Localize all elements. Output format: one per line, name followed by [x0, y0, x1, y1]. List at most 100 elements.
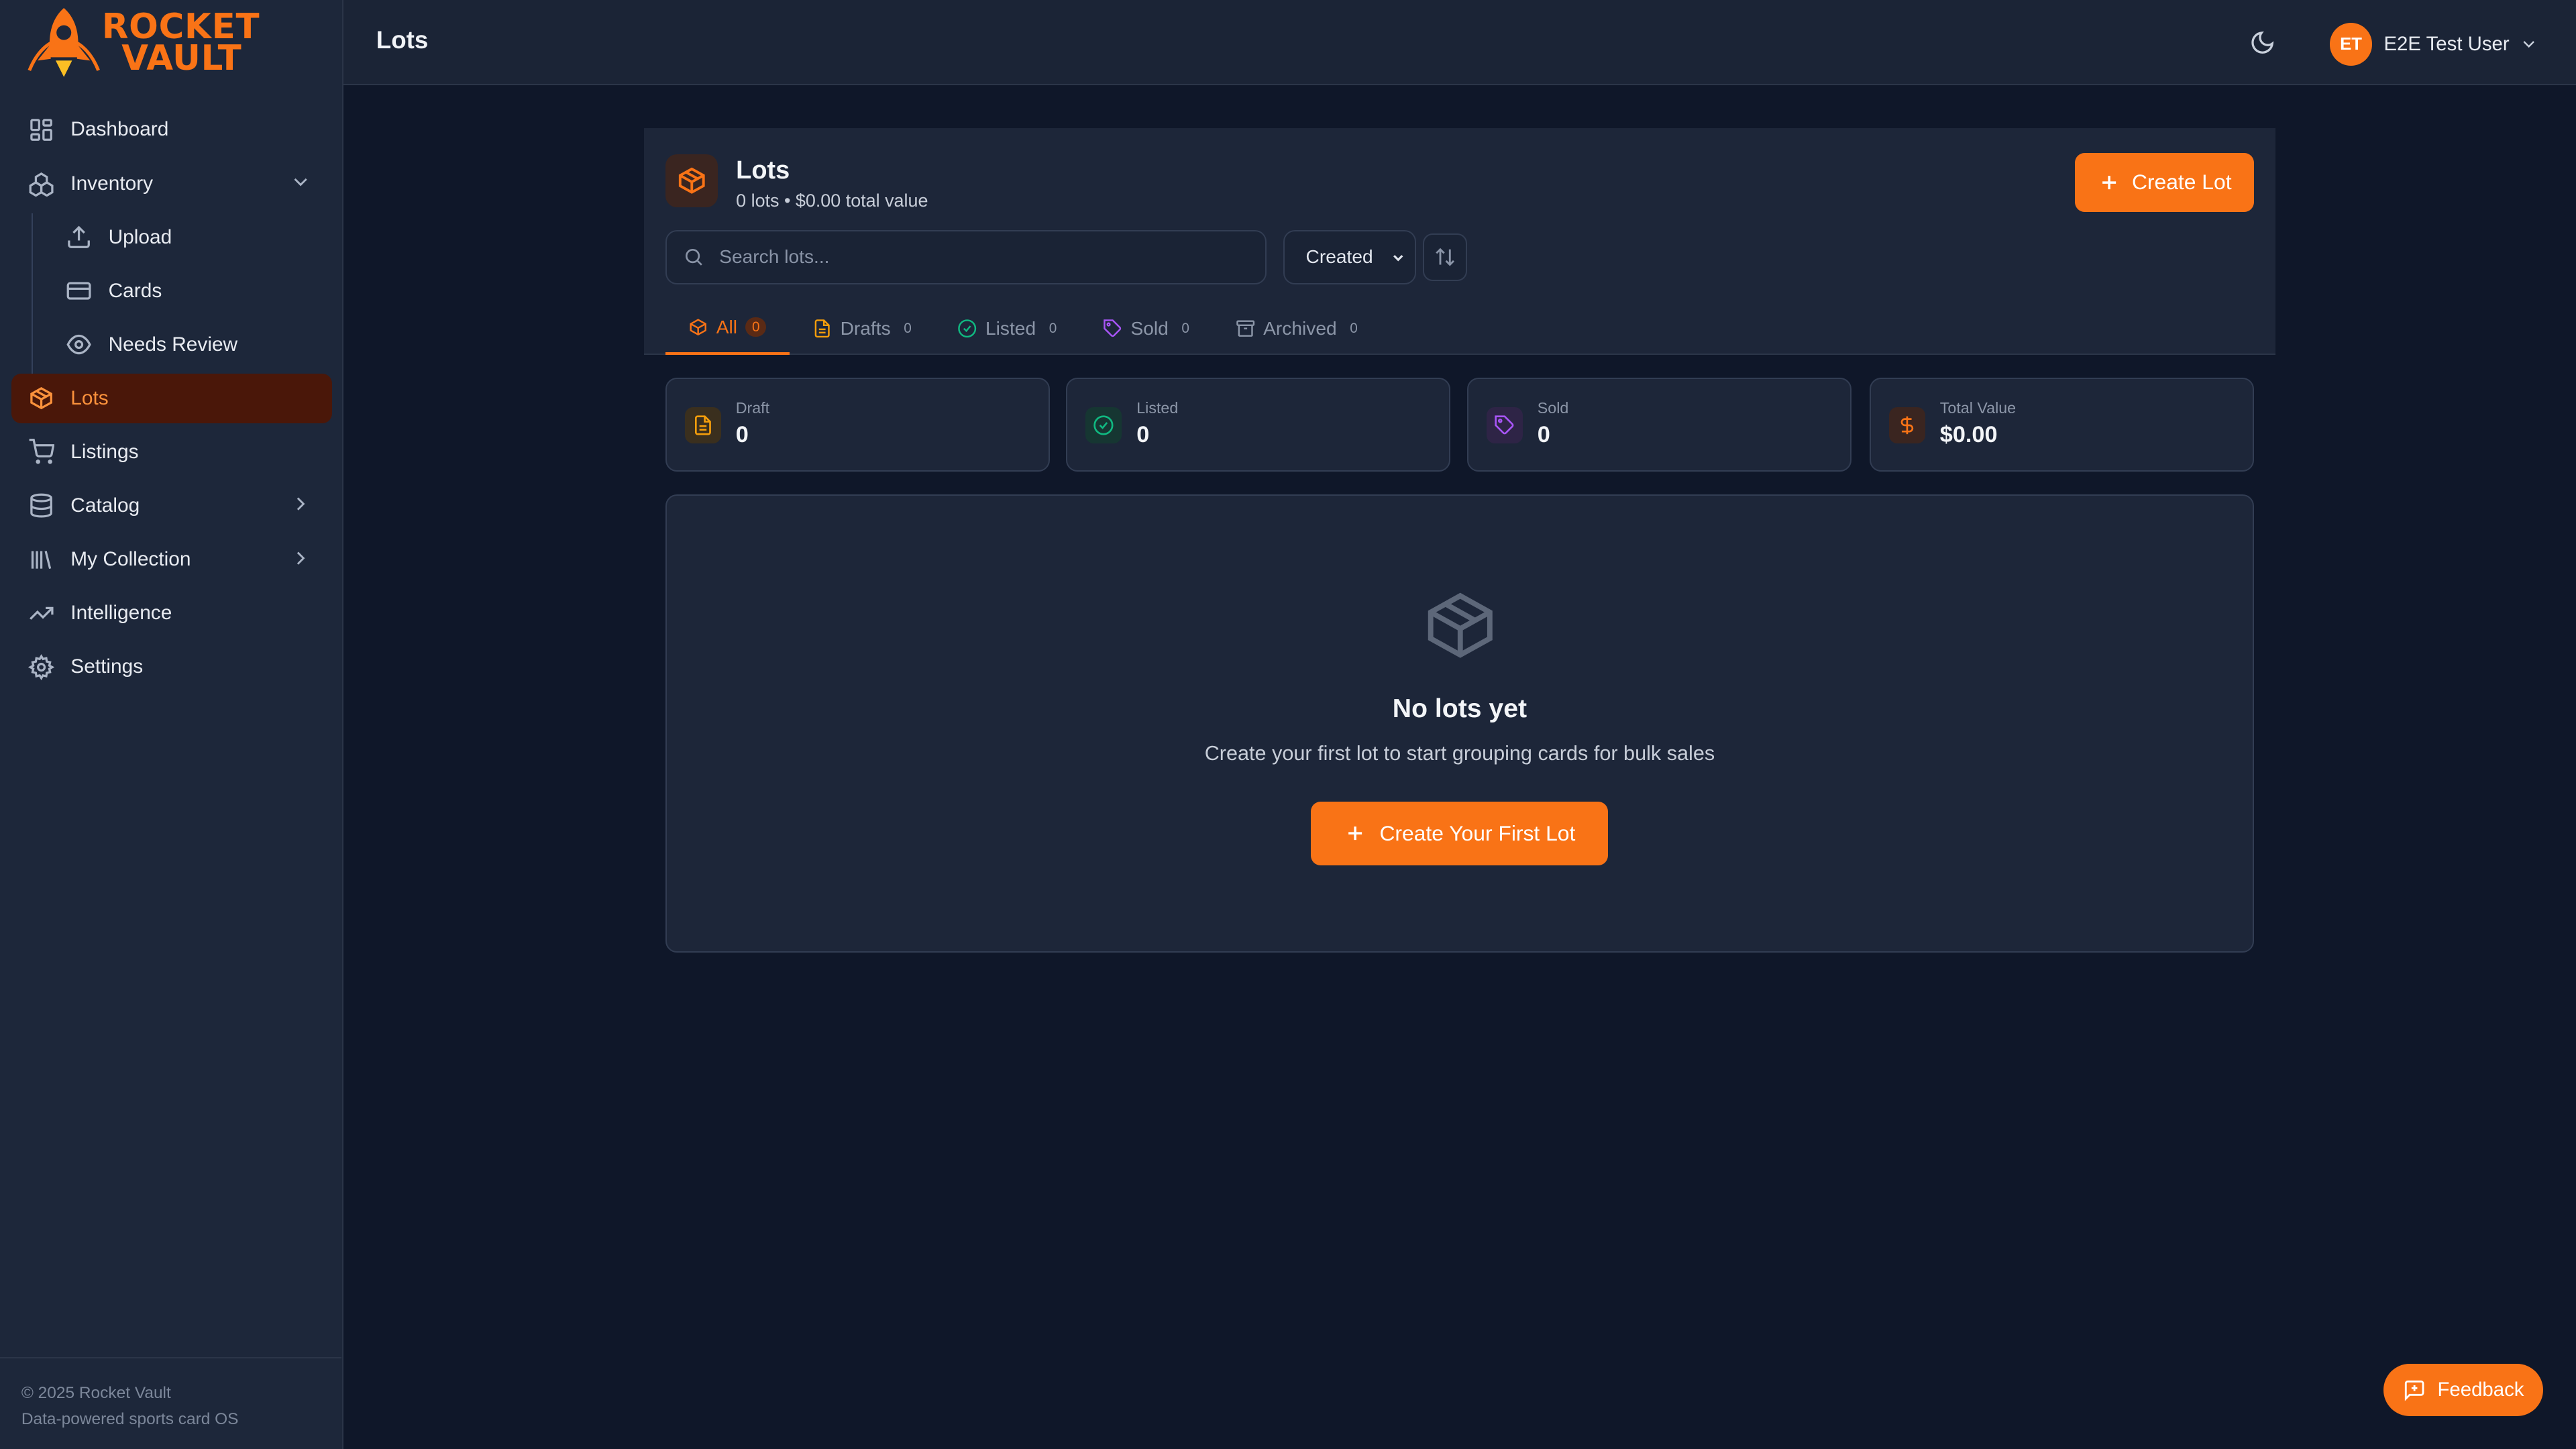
chevron-right-icon[interactable] [289, 547, 312, 570]
tab-count: 0 [1350, 320, 1358, 336]
chevron-right-icon[interactable] [289, 492, 312, 515]
moon-icon[interactable] [2249, 30, 2275, 56]
check-circle-icon [1085, 407, 1122, 443]
sidebar-item-label: Dashboard [70, 118, 169, 141]
sidebar-item-cards[interactable]: Cards [11, 266, 332, 315]
empty-state-title: No lots yet [1392, 694, 1527, 724]
file-icon [812, 319, 832, 338]
top-header: Lots ET E2E Test User [343, 0, 2576, 86]
tab-count: 0 [904, 320, 912, 336]
sidebar-item-lots[interactable]: Lots [11, 374, 332, 423]
stat-label: Total Value [1939, 398, 2017, 417]
tab-count: 0 [1181, 320, 1189, 336]
sidebar-item-label: Inventory [70, 172, 154, 195]
sort-arrows-icon [1435, 248, 1454, 266]
lots-summary: 0 lots • $0.00 total value [736, 191, 928, 211]
tab-count: 0 [1049, 320, 1057, 336]
message-square-icon [2404, 1380, 2424, 1401]
sidebar-item-label: Catalog [70, 494, 140, 517]
empty-state-description: Create your first lot to start grouping … [1204, 742, 1715, 765]
lots-icon-badge [665, 154, 718, 207]
package-icon [678, 167, 705, 195]
sidebar-item-label: Needs Review [108, 333, 238, 356]
empty-state: No lots yet Create your first lot to sta… [665, 494, 2255, 953]
sidebar-item-label: Upload [108, 225, 172, 248]
search-box [665, 229, 1267, 284]
cards-icon [66, 278, 92, 304]
stat-value: 0 [1537, 421, 1550, 447]
logo-wordmark: ROCKET VAULT [102, 9, 260, 78]
rocket-vault-logo[interactable]: ROCKET VAULT [23, 5, 286, 80]
sidebar-item-settings[interactable]: Settings [11, 643, 332, 692]
sidebar-item-catalog[interactable]: Catalog [11, 481, 332, 530]
stat-label: Sold [1537, 398, 1569, 417]
stat-card-draft: Draft 0 [665, 378, 1050, 472]
logo-line-2: VAULT [121, 38, 242, 78]
tab-all[interactable]: All 0 [665, 303, 790, 355]
sidebar-item-dashboard[interactable]: Dashboard [11, 105, 332, 154]
stat-card-total-value: Total Value $0.00 [1869, 378, 2255, 472]
search-icon [686, 249, 703, 266]
eye-icon [66, 331, 92, 358]
check-circle-icon [957, 319, 977, 338]
create-lot-label: Create Lot [2131, 170, 2232, 195]
sidebar-footer: © 2025 Rocket Vault Data-powered sports … [0, 1356, 342, 1449]
trending-icon [28, 600, 54, 627]
sort-select[interactable]: Created [1283, 229, 1417, 284]
stat-value: 0 [735, 421, 749, 447]
copyright-text: © 2025 Rocket Vault [21, 1383, 171, 1402]
stat-card-listed: Listed 0 [1066, 378, 1451, 472]
gear-icon [28, 653, 54, 680]
tab-drafts[interactable]: Drafts 0 [790, 303, 934, 355]
plus-icon [1348, 826, 1362, 841]
user-name: E2E Test User [2383, 33, 2510, 56]
dollar-icon [1888, 407, 1925, 443]
tag-icon [1486, 407, 1523, 443]
package-icon [1428, 593, 1493, 659]
tab-label: All [716, 316, 738, 337]
package-icon [28, 385, 54, 411]
tab-sold[interactable]: Sold 0 [1080, 303, 1213, 355]
chevron-down-icon[interactable] [289, 170, 312, 193]
tab-archived[interactable]: Archived 0 [1212, 303, 1381, 355]
lot-status-tabs: All 0 Drafts 0 Listed 0 Sold 0 Archived [665, 303, 1381, 355]
sidebar-item-label: Cards [108, 279, 162, 302]
create-first-lot-button[interactable]: Create Your First Lot [1310, 801, 1609, 866]
stat-label: Draft [735, 398, 770, 417]
create-lot-button[interactable]: Create Lot [2075, 152, 2255, 212]
upload-icon [66, 224, 92, 250]
sort-direction-button[interactable] [1422, 233, 1467, 281]
feedback-label: Feedback [2437, 1378, 2524, 1401]
sidebar-item-intelligence[interactable]: Intelligence [11, 588, 332, 637]
sort-select-value: Created [1305, 246, 1373, 268]
avatar: ET [2329, 23, 2373, 66]
tag-icon [1103, 319, 1122, 338]
package-icon [688, 317, 708, 337]
tab-label: Drafts [840, 317, 891, 339]
sidebar-item-listings[interactable]: Listings [11, 427, 332, 476]
sidebar-item-upload[interactable]: Upload [11, 213, 332, 262]
lots-header-card: Lots 0 lots • $0.00 total value Create L… [644, 128, 2275, 355]
tagline-text: Data-powered sports card OS [21, 1409, 239, 1428]
create-first-lot-label: Create Your First Lot [1379, 820, 1576, 845]
inventory-icon [28, 170, 54, 197]
user-menu[interactable]: ET E2E Test User [2329, 23, 2539, 66]
sidebar-item-label: Intelligence [70, 602, 172, 625]
sidebar-item-needs-review[interactable]: Needs Review [11, 320, 332, 369]
search-input[interactable] [719, 246, 1212, 268]
tab-count: 0 [745, 317, 767, 337]
dashboard-icon [28, 117, 54, 143]
cart-icon [28, 439, 54, 465]
feedback-button[interactable]: Feedback [2383, 1363, 2544, 1417]
sidebar-item-my-collection[interactable]: My Collection [11, 535, 332, 584]
rocket-icon [28, 8, 101, 78]
stat-value: 0 [1136, 421, 1150, 447]
tab-label: Sold [1130, 317, 1169, 339]
database-icon [28, 492, 54, 519]
tab-listed[interactable]: Listed 0 [934, 303, 1079, 355]
sidebar-item-inventory[interactable]: Inventory [11, 159, 332, 208]
tab-label: Listed [985, 317, 1036, 339]
sidebar-item-label: Lots [70, 386, 109, 409]
plus-icon [2102, 175, 2116, 189]
chevron-down-icon [1393, 254, 1403, 262]
